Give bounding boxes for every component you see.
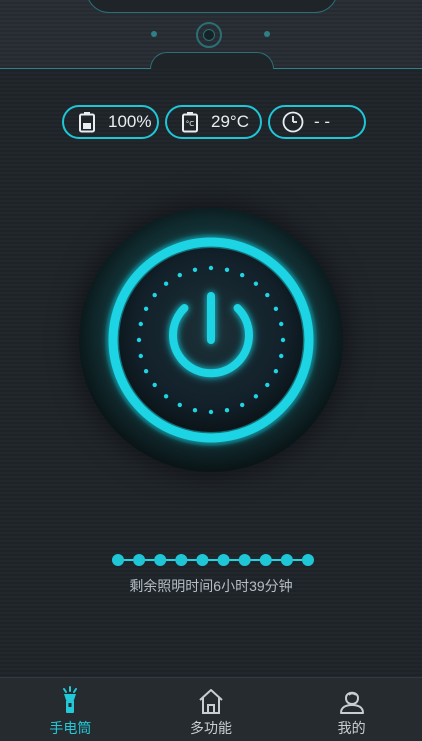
ring-dot <box>143 369 149 374</box>
battery-status-pill: 100% <box>62 105 159 139</box>
progress-dot[interactable] <box>196 554 209 566</box>
ring-dot <box>143 306 149 311</box>
camera-lens-icon <box>196 22 222 48</box>
home-icon <box>199 689 223 714</box>
ring-dot <box>279 353 284 359</box>
user-icon <box>339 691 364 714</box>
ring-dot <box>253 394 259 399</box>
ring-dot <box>177 272 182 278</box>
ring-dot <box>265 292 270 298</box>
ring-dot <box>208 409 214 415</box>
timer-status-pill[interactable]: - - <box>268 105 366 139</box>
indicator-dot-left <box>151 31 157 37</box>
indicator-dot-right <box>264 31 270 37</box>
remaining-time-text: 剩余照明时间6小时39分钟 <box>129 578 293 594</box>
ring-dot <box>253 281 259 286</box>
ring-dot <box>224 267 230 272</box>
progress-dot[interactable] <box>302 554 314 566</box>
power-button[interactable] <box>79 208 343 472</box>
top-foot <box>150 52 274 69</box>
timer-value: - - <box>314 112 331 131</box>
ring-dot <box>152 382 157 388</box>
nav-label-multifunction: 多功能 <box>190 720 232 736</box>
ring-dot <box>163 394 169 399</box>
nav-item-flashlight[interactable]: 手电筒 <box>0 678 141 741</box>
temperature-value: 29°C <box>211 112 249 131</box>
top-shell-decoration <box>0 0 422 69</box>
progress-dot[interactable] <box>133 554 146 566</box>
ring-dot <box>279 321 284 327</box>
ring-dot <box>192 267 198 272</box>
ring-dot <box>152 292 157 298</box>
nav-item-profile[interactable]: 我的 <box>281 678 422 741</box>
progress-dot[interactable] <box>175 554 188 566</box>
battery-value: 100% <box>108 112 152 131</box>
nav-label-flashlight: 手电筒 <box>49 720 92 736</box>
progress-dot[interactable] <box>154 554 167 566</box>
brightness-progress[interactable] <box>112 551 314 569</box>
ring-dot <box>280 337 286 343</box>
ring-dot <box>240 402 245 408</box>
ring-dot <box>224 408 230 413</box>
power-button-graphic <box>105 234 317 446</box>
flashlight-icon <box>63 686 78 713</box>
temp-icon-text: °C <box>186 120 195 128</box>
progress-dot[interactable] <box>238 554 251 566</box>
ring-dot <box>273 369 279 374</box>
ring-dot <box>208 265 214 271</box>
ring-dot <box>138 321 143 327</box>
clock-icon <box>282 111 304 133</box>
ring-dot <box>177 402 182 408</box>
bottom-nav: 手电筒 多功能 我的 <box>0 677 422 741</box>
nav-item-multifunction[interactable]: 多功能 <box>141 678 282 741</box>
battery-icon <box>76 111 98 133</box>
ring-dot <box>192 408 198 413</box>
ring-dot <box>138 353 143 359</box>
top-bump <box>86 0 338 13</box>
ring-dot <box>136 337 142 343</box>
thermometer-battery-icon: °C <box>179 111 201 133</box>
progress-dot[interactable] <box>280 554 293 566</box>
ring-dot <box>265 382 270 388</box>
progress-dot[interactable] <box>112 554 124 566</box>
progress-dot[interactable] <box>217 554 230 566</box>
temperature-status-pill: °C 29°C <box>165 105 262 139</box>
nav-label-profile: 我的 <box>337 720 366 736</box>
ring-dot <box>163 281 169 286</box>
progress-dot[interactable] <box>259 554 272 566</box>
ring-dot <box>273 306 279 311</box>
ring-dot <box>240 272 245 278</box>
